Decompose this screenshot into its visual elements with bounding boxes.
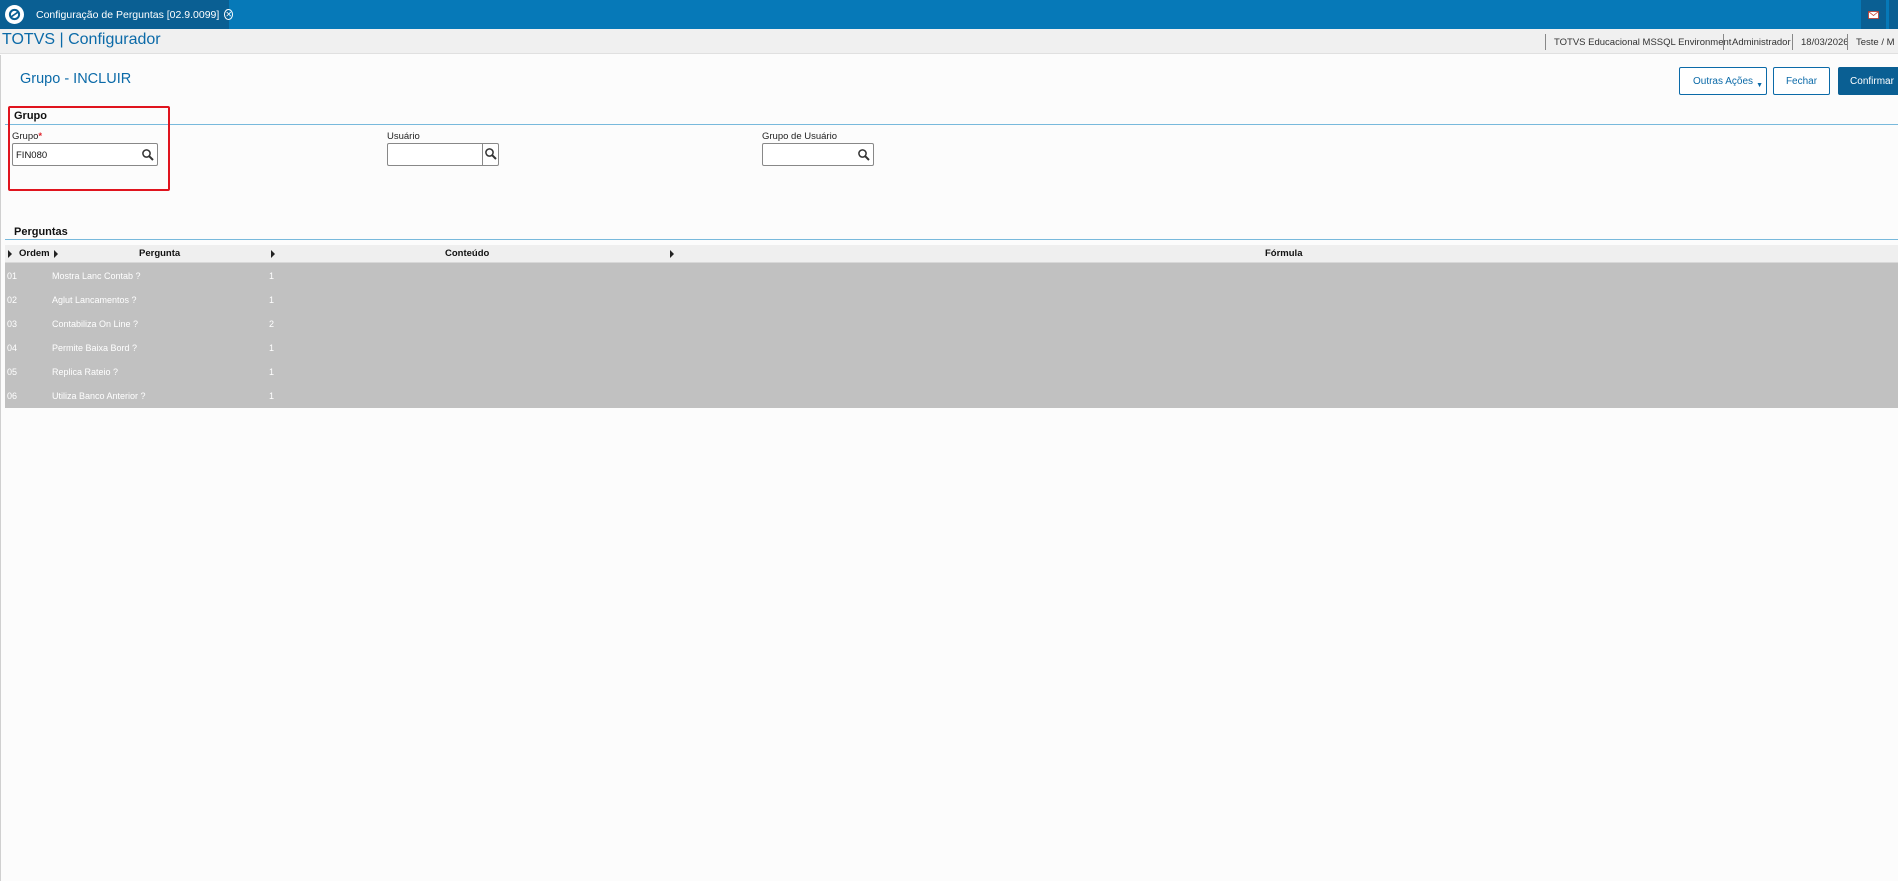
close-tab-icon[interactable]: ✕ xyxy=(224,9,234,20)
cell-conteudo: 1 xyxy=(269,367,275,377)
cell-conteudo: 1 xyxy=(269,295,275,305)
grupo-input-value: FIN080 xyxy=(16,150,48,161)
cell-pergunta: Utiliza Banco Anterior ? xyxy=(52,391,146,401)
app-bar: TOTVS | Configurador TOTVS Educacional M… xyxy=(0,29,1898,54)
confirm-label: Confirmar xyxy=(1850,75,1894,87)
cell-ordem: 03 xyxy=(7,319,18,329)
app-title: TOTVS | Configurador xyxy=(2,31,161,48)
grupo-label-text: Grupo xyxy=(12,131,39,142)
table-row[interactable]: 01 Mostra Lanc Contab ? 1 xyxy=(5,263,1898,287)
cell-conteudo: 1 xyxy=(269,271,275,281)
cell-pergunta: Contabiliza On Line ? xyxy=(52,319,139,329)
required-marker: * xyxy=(38,131,43,142)
col-formula[interactable]: Fórmula xyxy=(1265,248,1302,259)
perguntas-section-heading: Perguntas xyxy=(14,226,68,238)
close-button[interactable]: Fechar xyxy=(1773,67,1830,95)
cell-conteudo: 1 xyxy=(269,391,275,401)
cell-ordem: 05 xyxy=(7,367,18,377)
table-row[interactable]: 04 Permite Baixa Bord ? 1 xyxy=(5,335,1898,359)
perguntas-grid: 01 Mostra Lanc Contab ? 1 02 Aglut Lanca… xyxy=(5,263,1898,408)
usuario-search-button[interactable] xyxy=(482,144,498,165)
perguntas-section-divider xyxy=(5,239,1898,240)
table-row[interactable]: 02 Aglut Lancamentos ? 1 xyxy=(5,287,1898,311)
cell-ordem: 04 xyxy=(7,343,18,353)
cell-ordem: 01 xyxy=(7,271,18,281)
mail-button[interactable] xyxy=(1861,0,1886,29)
search-icon[interactable] xyxy=(141,148,155,162)
cell-pergunta: Aglut Lancamentos ? xyxy=(52,295,137,305)
dropdown-caret-icon: ▼ xyxy=(1756,82,1763,89)
status-company[interactable]: Teste / M xyxy=(1847,34,1895,50)
left-border xyxy=(0,55,1,881)
cell-ordem: 02 xyxy=(7,295,18,305)
cell-conteudo: 1 xyxy=(269,343,275,353)
col-ordem[interactable]: Ordem xyxy=(19,248,50,259)
column-sort-icon[interactable] xyxy=(54,250,58,258)
cell-pergunta: Replica Rateio ? xyxy=(52,367,119,377)
grupo-usuario-input[interactable] xyxy=(762,143,874,166)
other-actions-label: Outras Ações xyxy=(1692,75,1754,87)
cell-ordem: 06 xyxy=(7,391,18,401)
col-pergunta[interactable]: Pergunta xyxy=(139,248,180,259)
grid-header: Ordem Pergunta Conteúdo Fórmula xyxy=(5,245,1898,263)
column-sort-icon[interactable] xyxy=(8,250,12,258)
column-sort-icon[interactable] xyxy=(271,250,275,258)
status-user[interactable]: Administrador xyxy=(1723,34,1791,50)
usuario-field-label: Usuário xyxy=(387,131,420,142)
table-row[interactable]: 05 Replica Rateio ? 1 xyxy=(5,359,1898,383)
column-sort-icon[interactable] xyxy=(670,250,674,258)
overflow-button[interactable] xyxy=(1889,0,1898,29)
cell-pergunta: Permite Baixa Bord ? xyxy=(52,343,138,353)
tab-configuracao-perguntas[interactable]: Configuração de Perguntas [02.9.0099] ✕ xyxy=(28,0,234,29)
table-row[interactable]: 06 Utiliza Banco Anterior ? 1 xyxy=(5,383,1898,407)
grupo-section-divider xyxy=(5,124,1898,125)
cell-pergunta: Mostra Lanc Contab ? xyxy=(52,271,141,281)
status-environment[interactable]: TOTVS Educacional MSSQL Environment xyxy=(1545,34,1731,50)
col-conteudo[interactable]: Conteúdo xyxy=(445,248,489,259)
tab-title: Configuração de Perguntas [02.9.0099] xyxy=(36,8,220,21)
status-date[interactable]: 18/03/2026 xyxy=(1792,34,1849,50)
confirm-button[interactable]: Confirmar xyxy=(1838,67,1898,95)
close-label: Fechar xyxy=(1785,75,1818,87)
cell-conteudo: 2 xyxy=(269,319,275,329)
table-row[interactable]: 03 Contabiliza On Line ? 2 xyxy=(5,311,1898,335)
usuario-input[interactable] xyxy=(387,143,499,166)
other-actions-button[interactable]: Outras Ações ▼ xyxy=(1679,67,1767,95)
grupo-input[interactable]: FIN080 xyxy=(12,143,158,166)
page-title: Grupo - INCLUIR xyxy=(20,71,132,87)
search-icon[interactable] xyxy=(857,148,871,162)
grupo-usuario-field-label: Grupo de Usuário xyxy=(762,131,837,142)
mail-icon xyxy=(1868,10,1879,19)
search-icon xyxy=(485,148,497,160)
top-bar: Configuração de Perguntas [02.9.0099] ✕ xyxy=(0,0,1898,29)
totvs-logo-icon[interactable] xyxy=(0,0,28,29)
grupo-field-label: Grupo* xyxy=(12,131,42,142)
